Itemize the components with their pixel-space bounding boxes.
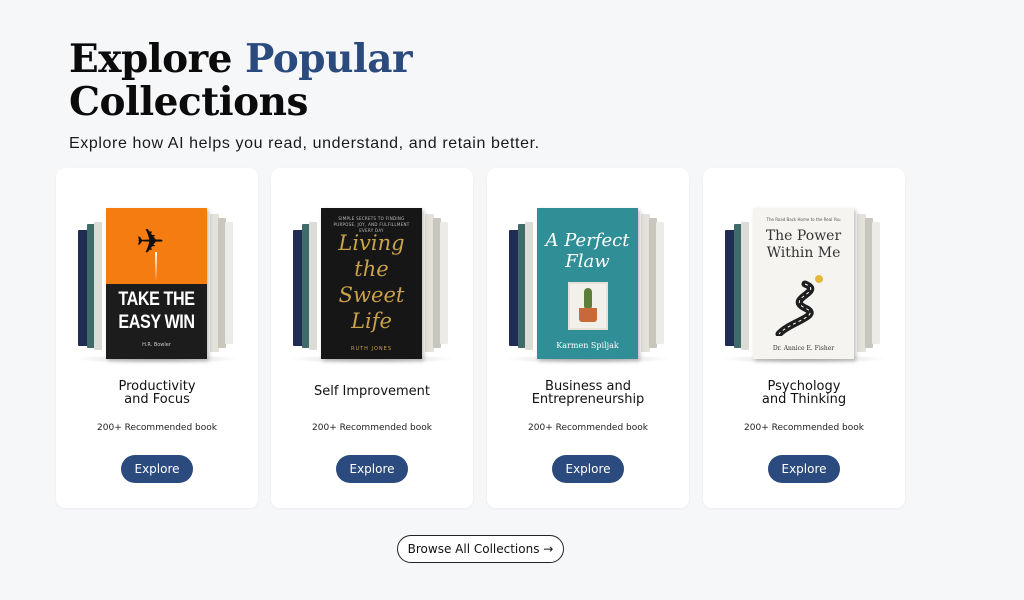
collection-count: 200+ Recommended book [528,423,648,433]
explore-button[interactable]: Explore [336,455,408,483]
book-author: Dr. Annice E. Fisher [772,345,835,352]
explore-button[interactable]: Explore [552,455,624,483]
book-title-line2: EASY WIN [118,312,195,333]
book-author: RUTH JONES [350,346,393,352]
book-author: H.R. Bowler [142,342,171,348]
page: Explore Popular Collections Explore how … [0,0,1024,600]
book-title-line1: A Perfect [545,230,630,251]
book-cover: A Perfect Flaw Karmen Spiljak [537,208,638,359]
collection-title: Business and Entrepreneurship [487,380,689,406]
road-illustration [775,275,823,336]
page-title: Explore Popular Collections [69,36,413,125]
book-cover: SIMPLE SECRETS TO FINDING PURPOSE, JOY, … [321,208,422,359]
book-cover: The Road Back Home to the Real You The P… [753,208,854,359]
collection-card-self-improvement[interactable]: SIMPLE SECRETS TO FINDING PURPOSE, JOY, … [271,168,473,508]
page-subtitle: Explore how AI helps you read, understan… [69,135,540,152]
collection-card-business[interactable]: A Perfect Flaw Karmen Spiljak Business a… [487,168,689,508]
book-title-line1: TAKE THE [118,289,195,310]
explore-button[interactable]: Explore [121,455,193,483]
book-title-line4: Life [351,309,392,333]
title-accent: Popular [245,36,413,82]
book-stack-image: SIMPLE SECRETS TO FINDING PURPOSE, JOY, … [271,168,473,373]
collection-title: Psychology and Thinking [703,380,905,406]
book-tagline: The Road Back Home to the Real You [766,217,841,222]
explore-button[interactable]: Explore [768,455,840,483]
collection-card-psychology[interactable]: The Road Back Home to the Real You The P… [703,168,905,508]
book-cover: ✈ TAKE THE EASY WIN H.R. Bowler [106,208,207,359]
book-title-line2: Within Me [766,245,841,261]
collection-count: 200+ Recommended book [312,423,432,433]
book-title-line1: The Power [765,228,842,244]
book-title-line2: Flaw [565,251,610,272]
collection-card-productivity[interactable]: ✈ TAKE THE EASY WIN H.R. Bowler Producti… [56,168,258,508]
browse-all-collections-button[interactable]: Browse All Collections → [397,535,564,563]
book-stack-image: ✈ TAKE THE EASY WIN H.R. Bowler [56,168,258,373]
collection-title-line2: and Focus [124,392,190,407]
collection-title: Productivity and Focus [56,380,258,406]
airplane-icon: ✈ [136,222,165,262]
book-title-line1: Living [338,231,405,255]
collection-title-line2: and Thinking [761,392,847,407]
book-title-line3: Sweet [338,283,405,307]
collection-title: Self Improvement [313,384,431,399]
collection-title-line2: Entrepreneurship [531,392,645,407]
title-part1: Explore [69,36,232,82]
collection-count: 200+ Recommended book [97,423,217,433]
title-part2: Collections [69,79,308,125]
book-stack-image: A Perfect Flaw Karmen Spiljak [487,168,689,373]
book-title-line2: the [354,257,389,281]
collection-count: 200+ Recommended book [744,423,864,433]
book-stack-image: The Road Back Home to the Real You The P… [703,168,905,373]
book-author: Karmen Spiljak [556,341,619,350]
